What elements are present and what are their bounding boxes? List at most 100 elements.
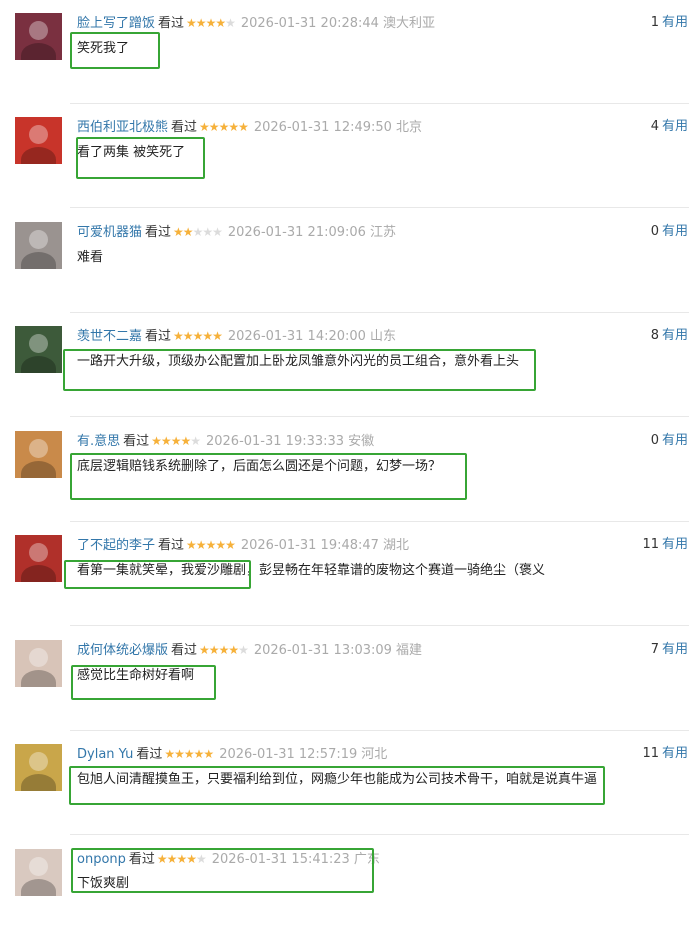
rating-stars: ★★★★★ xyxy=(173,327,223,345)
star-filled-icon: ★ xyxy=(208,120,220,134)
author-link[interactable]: 西伯利亚北极熊 xyxy=(77,120,168,135)
review-item: 羡世不二嘉 看过 ★★★★★ 2026-01-31 14:20:00 山东 8 有用 一路开大… xyxy=(0,313,699,417)
avatar[interactable] xyxy=(15,13,62,60)
watched-label: 看过 xyxy=(145,329,172,344)
watched-label: 看过 xyxy=(158,16,185,31)
rating-stars: ★★★★★ xyxy=(173,223,223,241)
star-filled-icon: ★ xyxy=(228,120,239,134)
divider xyxy=(70,207,689,208)
rating-stars: ★★★★★ xyxy=(164,745,214,763)
avatar-figure-body xyxy=(21,565,56,582)
avatar-figure-body xyxy=(21,461,56,478)
star-filled-icon: ★ xyxy=(205,16,217,30)
useful-button[interactable]: 有用 xyxy=(662,433,688,448)
star-filled-icon: ★ xyxy=(202,329,213,343)
review-list: 脸上写了蹭饭 看过 ★★★★★ 2026-01-31 20:28:44 澳大利亚 1 有用笑… xyxy=(0,0,699,897)
star-filled-icon: ★ xyxy=(170,434,182,448)
review-item: 有.意思 看过 ★★★★★ 2026-01-31 19:33:33 安徽 0 有用 底层逻辑赔… xyxy=(0,418,699,522)
star-filled-icon: ★ xyxy=(215,538,226,552)
useful-button[interactable]: 有用 xyxy=(662,746,688,761)
useful-button[interactable]: 有用 xyxy=(662,642,688,657)
avatar-figure-body xyxy=(21,356,56,373)
review-meta: 可爱机器猫 看过 ★★★★★ 2026-01-31 21:09:06 江苏 xyxy=(77,223,396,241)
star-filled-icon: ★ xyxy=(186,538,197,552)
highlight-box xyxy=(63,349,536,391)
avatar[interactable] xyxy=(15,117,62,164)
avatar[interactable] xyxy=(15,640,62,687)
watched-label: 看过 xyxy=(171,120,198,135)
review-time: 2026-01-31 19:48:47 xyxy=(240,538,379,553)
rating-stars: ★★★★★ xyxy=(151,432,201,450)
star-empty-icon: ★ xyxy=(212,225,223,239)
avatar-figure-body xyxy=(21,879,56,896)
star-filled-icon: ★ xyxy=(192,329,204,343)
author-link[interactable]: 羡世不二嘉 xyxy=(77,329,142,344)
author-link[interactable]: 脸上写了蹭饭 xyxy=(77,16,155,31)
avatar-figure xyxy=(29,21,48,40)
review-item: 脸上写了蹭饭 看过 ★★★★★ 2026-01-31 20:28:44 澳大利亚 1 有用笑… xyxy=(0,0,699,104)
star-filled-icon: ★ xyxy=(173,329,184,343)
highlight-box xyxy=(69,766,605,805)
author-link[interactable]: 成何体统必爆版 xyxy=(77,643,168,658)
review-time: 2026-01-31 19:33:33 xyxy=(205,434,345,449)
useful-button[interactable]: 有用 xyxy=(662,537,688,552)
star-empty-icon: ★ xyxy=(192,225,204,239)
highlight-box xyxy=(64,560,251,589)
highlight-box xyxy=(76,137,205,179)
useful-button[interactable]: 有用 xyxy=(662,328,688,343)
useful-votes: 1 有用 xyxy=(651,14,688,32)
review-time: 2026-01-31 14:20:00 xyxy=(227,329,366,344)
highlight-box xyxy=(70,453,467,500)
star-filled-icon: ★ xyxy=(228,643,239,657)
author-link[interactable]: 有.意思 xyxy=(77,434,120,449)
avatar-figure xyxy=(29,752,48,771)
avatar[interactable] xyxy=(15,222,62,269)
star-filled-icon: ★ xyxy=(151,434,162,448)
star-filled-icon: ★ xyxy=(218,643,230,657)
star-filled-icon: ★ xyxy=(180,434,191,448)
review-time: 2026-01-31 12:49:50 xyxy=(253,120,392,135)
author-link[interactable]: 了不起的李子 xyxy=(77,538,155,553)
avatar[interactable] xyxy=(15,535,62,582)
review-location: 江苏 xyxy=(369,225,396,240)
avatar[interactable] xyxy=(15,849,62,896)
star-filled-icon: ★ xyxy=(225,538,236,552)
useful-votes: 0 有用 xyxy=(651,223,688,241)
star-filled-icon: ★ xyxy=(193,747,205,761)
useful-button[interactable]: 有用 xyxy=(662,224,688,239)
author-link[interactable]: Dylan Yu xyxy=(77,747,133,762)
review-time: 2026-01-31 20:28:44 xyxy=(240,16,379,31)
review-text: 难看 xyxy=(77,250,104,265)
review-location: 北京 xyxy=(395,120,422,135)
star-filled-icon: ★ xyxy=(183,747,195,761)
avatar[interactable] xyxy=(15,326,62,373)
avatar-figure xyxy=(29,334,48,353)
avatar-figure xyxy=(29,230,48,249)
useful-count: 0 xyxy=(650,433,659,448)
highlight-box xyxy=(70,32,160,69)
avatar-figure xyxy=(29,857,48,876)
watched-label: 看过 xyxy=(123,434,150,449)
author-link[interactable]: 可爱机器猫 xyxy=(77,225,142,240)
review-meta: 成何体统必爆版 看过 ★★★★★ 2026-01-31 13:03:09 福建 xyxy=(77,641,422,659)
review-location: 福建 xyxy=(395,643,422,658)
useful-button[interactable]: 有用 xyxy=(662,15,688,30)
avatar-figure xyxy=(29,543,48,562)
review-meta: Dylan Yu 看过 ★★★★★ 2026-01-31 12:57:19 河北 xyxy=(77,745,387,763)
star-filled-icon: ★ xyxy=(215,16,226,30)
star-filled-icon: ★ xyxy=(195,538,207,552)
avatar[interactable] xyxy=(15,744,62,791)
watched-label: 看过 xyxy=(136,747,163,762)
divider xyxy=(70,625,689,626)
review-time: 2026-01-31 21:09:06 xyxy=(227,225,366,240)
avatar[interactable] xyxy=(15,431,62,478)
star-empty-icon: ★ xyxy=(238,643,249,657)
star-filled-icon: ★ xyxy=(203,747,214,761)
useful-votes: 11 有用 xyxy=(642,745,688,763)
watched-label: 看过 xyxy=(171,643,198,658)
review-item: Dylan Yu 看过 ★★★★★ 2026-01-31 12:57:19 河北 11 有用… xyxy=(0,731,699,835)
highlight-box xyxy=(71,848,374,893)
avatar-figure xyxy=(29,125,48,144)
useful-count: 7 xyxy=(650,642,659,657)
useful-button[interactable]: 有用 xyxy=(662,119,688,134)
